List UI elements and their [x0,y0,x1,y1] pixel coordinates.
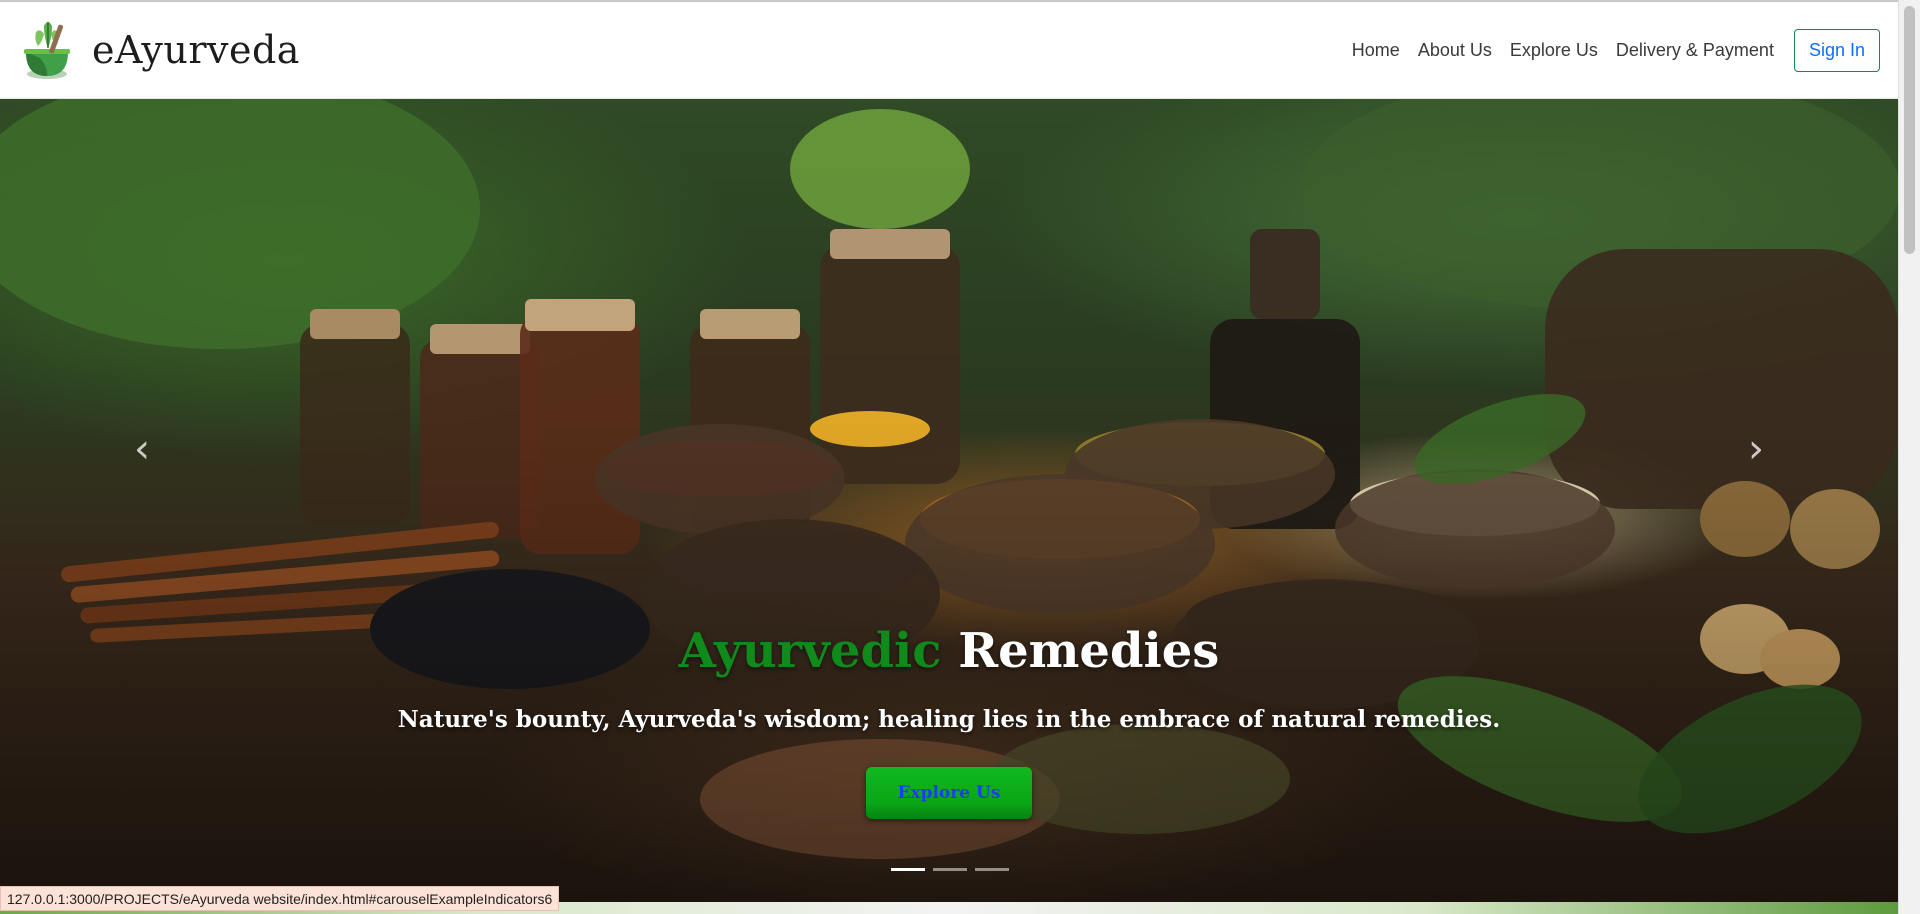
caption-subtitle: Nature's bounty, Ayurveda's wisdom; heal… [397,706,1501,733]
carousel-indicators [891,868,1009,871]
carousel-caption: Ayurvedic Remedies Nature's bounty, Ayur… [0,627,1898,819]
navbar: eAyurveda Home About Us Explore Us Deliv… [0,2,1898,99]
mortar-pestle-logo-icon [24,22,70,79]
nav-delivery-payment-link[interactable]: Delivery & Payment [1616,36,1774,65]
brand-name: eAyurveda [92,28,300,72]
carousel-indicator-2[interactable] [933,868,967,871]
carousel-indicator-1[interactable] [891,868,925,871]
nav-about-link[interactable]: About Us [1418,36,1492,65]
caption-title-accent: Ayurvedic [678,623,942,679]
brand[interactable]: eAyurveda [18,18,300,82]
explore-us-button[interactable]: Explore Us [865,767,1033,819]
caption-title: Ayurvedic Remedies [0,627,1898,675]
nav-explore-link[interactable]: Explore Us [1510,36,1598,65]
carousel-indicator-3[interactable] [975,868,1009,871]
scrollbar-thumb[interactable] [1904,6,1915,254]
chevron-left-icon: ‹ [134,426,150,472]
sign-in-button[interactable]: Sign In [1793,28,1880,72]
page-scrollbar[interactable] [1898,0,1920,914]
carousel-next-button[interactable]: › [1736,426,1776,472]
nav-home-link[interactable]: Home [1352,36,1400,65]
hero-carousel: ‹ › Ayurvedic Remedies Nature's bounty, … [0,99,1898,902]
browser-status-bar: 127.0.0.1:3000/PROJECTS/eAyurveda websit… [0,886,560,911]
chevron-right-icon: › [1748,426,1764,472]
carousel-prev-button[interactable]: ‹ [122,426,162,472]
main-nav: Home About Us Explore Us Delivery & Paym… [1352,28,1880,72]
caption-title-rest: Remedies [941,623,1220,679]
